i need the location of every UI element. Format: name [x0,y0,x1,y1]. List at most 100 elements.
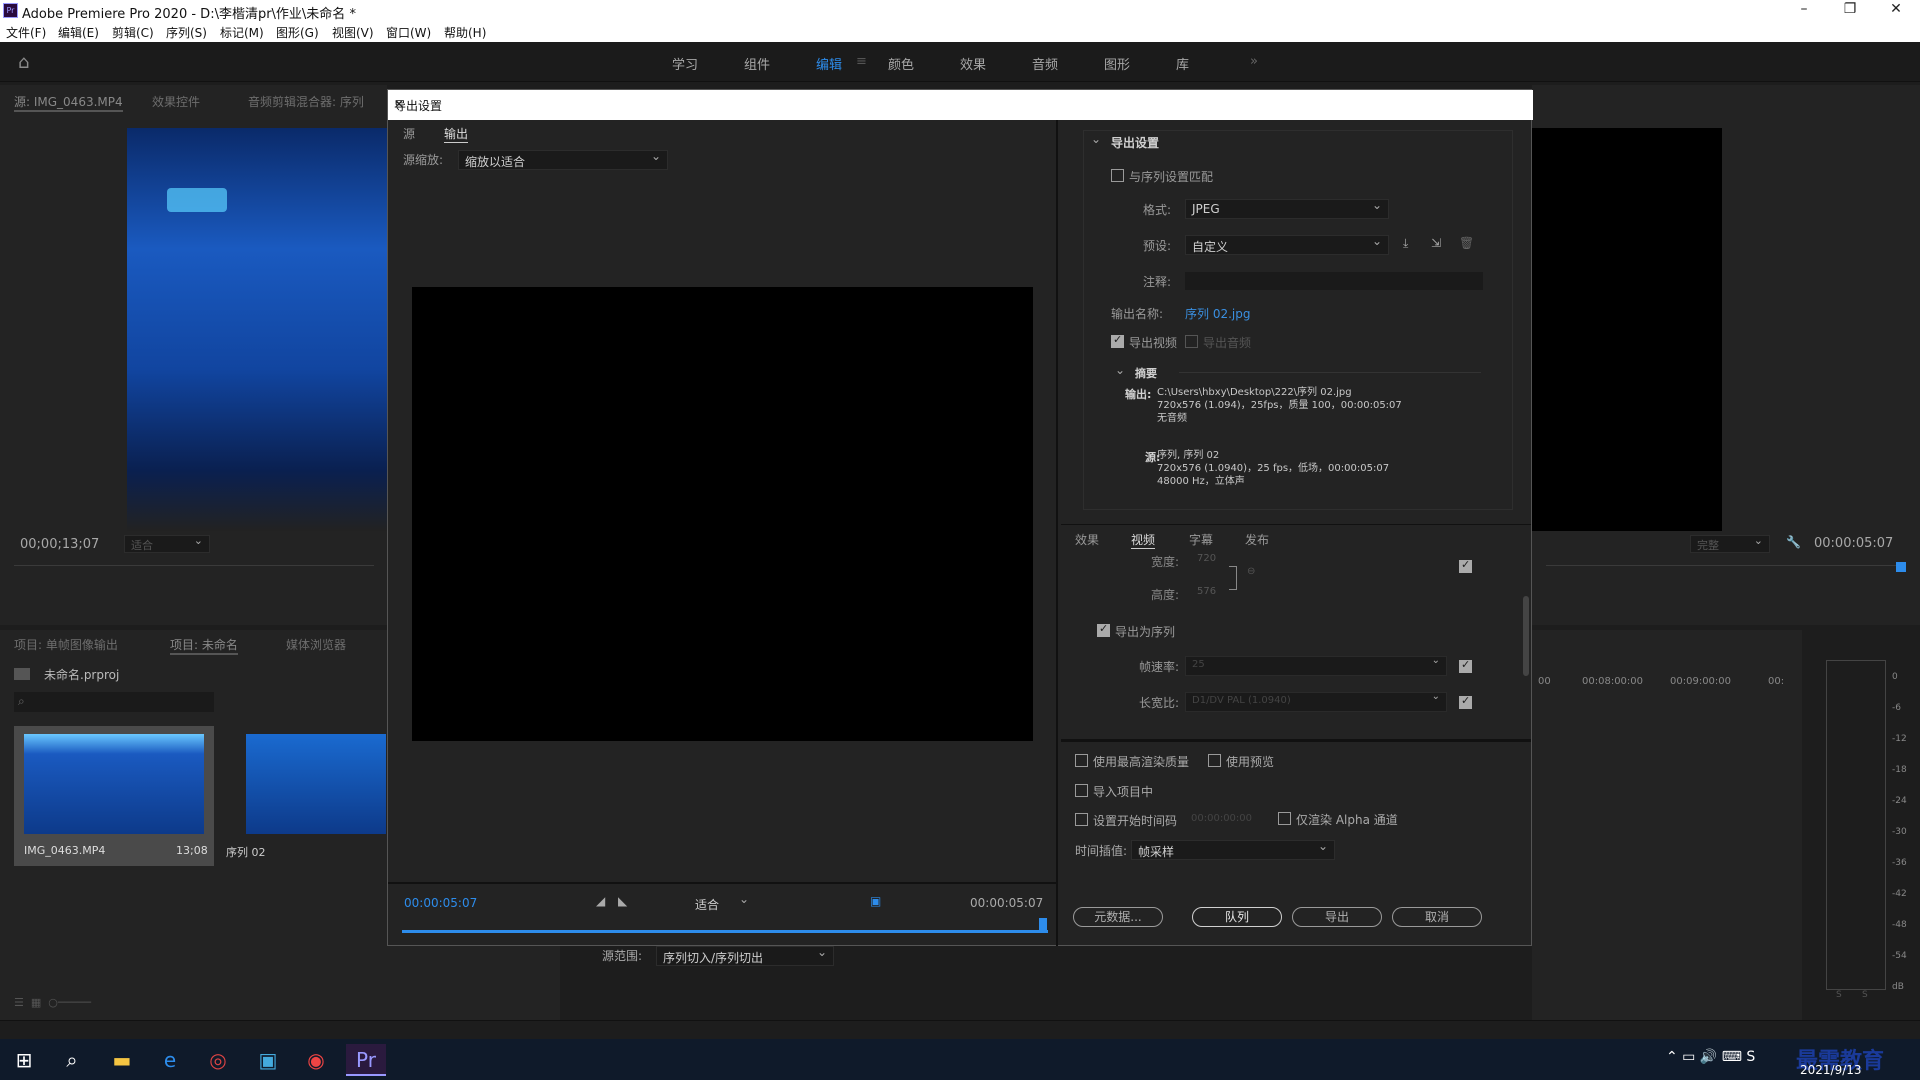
collapse-export-icon[interactable]: ⌄ [1091,132,1101,146]
import-project-checkbox[interactable] [1075,784,1088,797]
match-sequence-checkbox[interactable] [1111,169,1124,182]
link-icon[interactable]: ⊖ [1247,566,1255,577]
close-window-button[interactable]: ✕ [1876,1,1916,21]
height-value[interactable]: 576 [1197,586,1216,597]
workspace-learn[interactable]: 学习 [672,54,698,73]
icon-view-icon[interactable]: ▦ [31,996,41,1009]
export-as-sequence-checkbox[interactable] [1097,622,1110,637]
delete-preset-icon[interactable]: 🗑 [1459,236,1474,250]
program-fit-select[interactable]: 完整 [1690,534,1770,553]
export-video-checkbox[interactable] [1111,333,1124,348]
aspect-correction-icon[interactable]: ▣ [870,894,881,908]
fps-select[interactable]: 25 [1185,655,1447,676]
source-timeline-ruler[interactable] [14,565,374,566]
workspace-libraries[interactable]: 库 [1176,54,1189,73]
aspect-match-checkbox[interactable] [1459,694,1472,709]
workspace-assembly[interactable]: 组件 [744,54,770,73]
timecode-value[interactable]: 00:00:00:00 [1191,813,1252,824]
windows-start-icon[interactable]: ⊞ [4,1044,44,1076]
workspace-audio[interactable]: 音频 [1032,54,1058,73]
program-timeline-ruler[interactable] [1546,565,1906,566]
tab-effects[interactable]: 效果 [1075,531,1099,548]
workspace-color[interactable]: 颜色 [888,54,914,73]
media-app-icon[interactable]: ▣ [248,1044,288,1076]
preview-start-timecode[interactable]: 00:00:05:07 [404,896,477,910]
workspace-graphics[interactable]: 图形 [1104,54,1130,73]
edge-icon[interactable]: e [150,1044,190,1076]
save-preset-icon[interactable]: ⤓ [1403,236,1408,251]
width-match-checkbox[interactable] [1459,558,1472,573]
format-select[interactable]: JPEG [1185,198,1389,219]
aspect-select[interactable]: D1/DV PAL (1.0940) [1185,691,1447,712]
chrome-icon[interactable]: ◉ [296,1044,336,1076]
set-in-point-icon[interactable]: ◢ [596,894,605,908]
maximize-button[interactable]: ❐ [1830,1,1870,21]
menu-file[interactable]: 文件(F) [6,24,46,41]
workspace-effects[interactable]: 效果 [960,54,986,73]
import-preset-icon[interactable]: ⇲ [1431,236,1441,250]
tab-project-single[interactable]: 项目: 单帧图像输出 [14,636,118,653]
dialog-close-button[interactable]: ✕ [394,97,1525,111]
menu-edit[interactable]: 编辑(E) [58,24,99,41]
search-icon[interactable]: ⌕ [52,1044,92,1076]
wrench-icon[interactable]: 🔧 [1786,535,1801,549]
export-audio-checkbox[interactable] [1185,335,1198,348]
width-value[interactable]: 720 [1197,553,1216,564]
project-item-sequence[interactable]: 序列 02 [226,726,386,866]
tab-source-preview[interactable]: 源 [403,125,415,142]
collapse-summary-icon[interactable]: ⌄ [1115,363,1125,377]
tab-audio-mixer[interactable]: 音频剪辑混合器: 序列 [248,93,364,110]
more-workspaces-icon[interactable]: » [1250,54,1258,69]
preset-select[interactable]: 自定义 [1185,234,1389,255]
project-search-input[interactable] [14,692,214,712]
tab-effect-controls[interactable]: 效果控件 [152,93,200,110]
list-view-icon[interactable]: ☰ [14,996,24,1009]
meter-solo-right[interactable]: S [1862,990,1868,1000]
source-scale-select[interactable]: 缩放以适合 [458,149,668,170]
tab-source[interactable]: 源: IMG_0463.MP4 [14,93,123,112]
cancel-button[interactable]: 取消 [1392,907,1482,927]
source-fit-select[interactable]: 适合 [124,534,210,553]
metadata-button[interactable]: 元数据... [1073,907,1163,927]
comment-input[interactable] [1185,272,1483,290]
tab-captions[interactable]: 字幕 [1189,531,1213,548]
settings-scrollbar[interactable] [1523,596,1529,676]
preview-fit-select[interactable]: 适合 [688,892,756,913]
menu-view[interactable]: 视图(V) [332,24,374,41]
preview-playhead[interactable] [1039,918,1047,930]
file-explorer-icon[interactable]: ▬ [102,1044,142,1076]
minimize-button[interactable]: – [1784,1,1824,21]
alpha-only-checkbox[interactable] [1278,812,1291,825]
workspace-editing[interactable]: 编辑 [816,54,842,73]
menu-window[interactable]: 窗口(W) [386,24,431,41]
tab-project-untitled[interactable]: 项目: 未命名 [170,636,238,655]
meter-solo-left[interactable]: S [1836,990,1842,1000]
project-item-clip[interactable]: IMG_0463.MP4 13;08 [14,726,214,866]
premiere-taskbar-icon[interactable]: Pr [346,1044,386,1076]
set-out-point-icon[interactable]: ◣ [618,894,627,908]
home-icon[interactable]: ⌂ [18,52,29,73]
workspace-menu-icon[interactable]: ≡ [856,54,867,69]
export-button[interactable]: 导出 [1292,907,1382,927]
tab-output-preview[interactable]: 输出 [444,125,469,143]
zoom-slider[interactable]: ○───── [48,996,91,1009]
tab-publish[interactable]: 发布 [1245,531,1269,548]
fps-match-checkbox[interactable] [1459,658,1472,673]
menu-clip[interactable]: 剪辑(C) [112,24,154,41]
menu-sequence[interactable]: 序列(S) [166,24,207,41]
tab-video[interactable]: 视频 [1131,531,1156,549]
system-tray-icons[interactable]: ⌃ ▭ 🔊 ⌨ S [1666,1049,1755,1065]
preview-scrubber[interactable] [402,930,1048,933]
program-playhead[interactable] [1896,562,1906,572]
interp-select[interactable]: 帧采样 [1131,839,1335,860]
max-quality-checkbox[interactable] [1075,754,1088,767]
menu-help[interactable]: 帮助(H) [444,24,486,41]
queue-button[interactable]: 队列 [1192,907,1282,927]
set-timecode-checkbox[interactable] [1075,813,1088,826]
menu-marker[interactable]: 标记(M) [220,24,264,41]
tab-media-browser[interactable]: 媒体浏览器 [286,636,346,653]
use-previews-checkbox[interactable] [1208,754,1221,767]
output-name-link[interactable]: 序列 02.jpg [1185,305,1250,322]
app-icon[interactable]: ◎ [198,1044,238,1076]
menu-graphics[interactable]: 图形(G) [276,24,319,41]
